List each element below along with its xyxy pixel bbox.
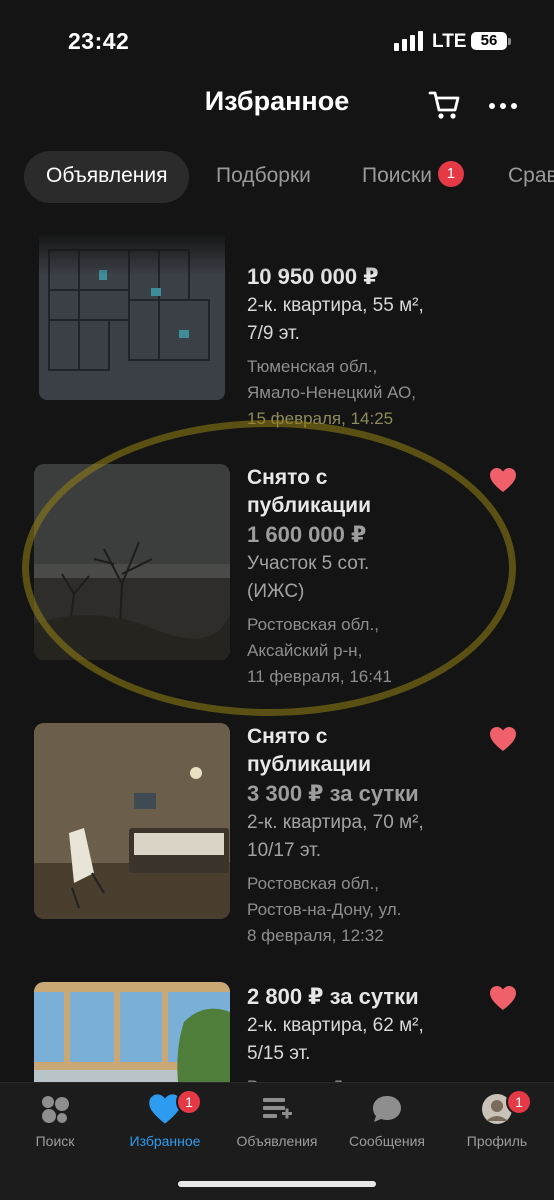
tab-collections[interactable]: Подборки (216, 151, 311, 203)
tab-label: Поиски (362, 164, 432, 187)
nav-listings[interactable]: Объявления (222, 1093, 332, 1149)
nav-label: Поиск (35, 1133, 75, 1149)
add-listing-icon (263, 1098, 292, 1119)
scroll-fade (0, 205, 554, 275)
status-time: 23:42 (68, 28, 130, 54)
nav-favorites[interactable]: 1 Избранное (110, 1089, 220, 1149)
listing-floor: 5/15 эт. (247, 1043, 311, 1064)
cart-icon[interactable] (428, 88, 462, 122)
listing-description: 2-к. квартира, 62 м², (247, 1015, 424, 1036)
tab-label: Объявления (46, 164, 168, 187)
listing-price: 3 300 ₽ за сутки (247, 781, 419, 806)
profile-badge: 1 (506, 1089, 532, 1115)
listing-location-2: Ямало-Ненецкий АО, (247, 383, 417, 402)
listing-status: Снято с (247, 725, 328, 748)
searches-badge: 1 (437, 161, 464, 188)
search-dots-icon (42, 1096, 69, 1123)
listing-photo[interactable] (34, 723, 230, 919)
favorite-heart-icon[interactable] (489, 985, 517, 1011)
favorites-badge: 1 (176, 1089, 202, 1115)
listing-info: 10 950 000 ₽ 2-к. квартира, 55 м², 7/9 э… (247, 264, 477, 432)
favorite-heart-icon[interactable] (489, 726, 517, 752)
listing-price: 2 800 ₽ за сутки (247, 984, 419, 1009)
nav-profile[interactable]: 1 Профиль (442, 1089, 552, 1149)
apartment-interior-image (34, 723, 230, 919)
status-bar: 23:42 LTE 56 (0, 0, 554, 84)
tab-searches[interactable]: Поиски 1 (362, 151, 464, 203)
signal-icon (394, 31, 423, 51)
favorite-heart-icon[interactable] (489, 467, 517, 493)
battery-tip (508, 38, 511, 45)
listing-status-2: публикации (247, 753, 371, 776)
tab-listings[interactable]: Объявления (24, 151, 190, 203)
listing-description: 2-к. квартира, 70 м², (247, 812, 424, 833)
listing-floor: 10/17 эт. (247, 840, 321, 861)
listing-location-2: Ростов-на-Дону, ул. (247, 900, 402, 919)
listing-location: Тюменская обл., (247, 357, 378, 376)
highlight-circle (22, 420, 516, 716)
nav-label: Объявления (236, 1133, 318, 1149)
listing-description: 2-к. квартира, 55 м², (247, 295, 424, 316)
nav-label: Сообщения (349, 1133, 425, 1149)
chat-icon (373, 1096, 401, 1122)
listing-info: Снято с публикации 3 300 ₽ за сутки 2-к.… (247, 723, 477, 949)
page-title: Избранное (204, 86, 350, 116)
network-type: LTE (432, 31, 467, 52)
tab-label: Срав (508, 164, 554, 187)
listing-location: Ростовская обл., (247, 874, 379, 893)
nav-messages[interactable]: Сообщения (332, 1093, 442, 1149)
battery-icon: 56 (471, 32, 507, 50)
nav-label: Избранное (129, 1133, 201, 1149)
listing-date: 8 февраля, 12:32 (247, 926, 384, 945)
listing-floor: 7/9 эт. (247, 323, 300, 344)
tab-compare[interactable]: Срав (508, 151, 554, 203)
tab-label: Подборки (216, 164, 311, 187)
home-indicator (178, 1181, 376, 1187)
tabs-bar: Объявления Подборки Поиски 1 Срав (24, 151, 554, 203)
nav-search[interactable]: Поиск (0, 1093, 110, 1149)
nav-label: Профиль (466, 1133, 528, 1149)
more-icon[interactable] (486, 92, 520, 120)
